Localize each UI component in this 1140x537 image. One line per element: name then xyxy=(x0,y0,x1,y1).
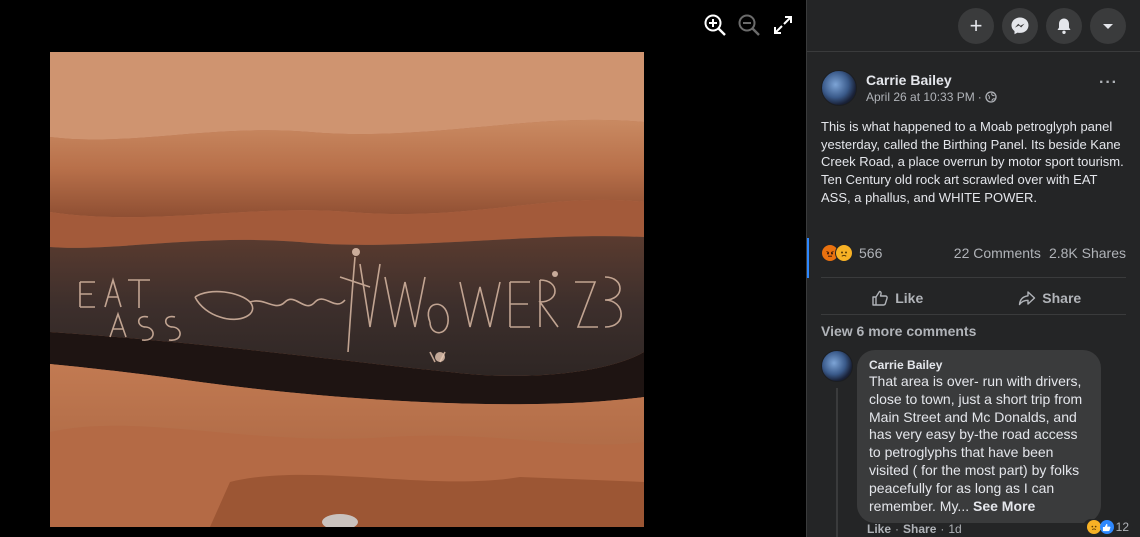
post-actions: Like Share xyxy=(821,284,1126,312)
zoom-out-icon[interactable] xyxy=(737,12,761,38)
messenger-icon xyxy=(1011,17,1029,34)
divider xyxy=(821,314,1126,315)
reactions-summary: 566 22 Comments 2.8K Shares xyxy=(821,244,1126,262)
post-meta: April 26 at 10:33 PM · xyxy=(866,89,997,105)
comment-text: That area is over- run with drivers, clo… xyxy=(869,373,1089,515)
link-separator: · xyxy=(940,522,945,536)
post-author-name[interactable]: Carrie Bailey xyxy=(866,71,997,89)
divider xyxy=(821,277,1126,278)
post-side-panel: + Carrie Bailey April 26 at 10:33 PM · ·… xyxy=(806,0,1140,537)
thumbs-up-icon xyxy=(872,290,889,306)
share-button[interactable]: Share xyxy=(974,284,1127,312)
comment-body: That area is over- run with drivers, clo… xyxy=(869,373,1083,514)
post-header: Carrie Bailey April 26 at 10:33 PM · ··· xyxy=(807,52,1140,106)
comment-reactions[interactable]: 12 xyxy=(1082,519,1133,536)
author-avatar[interactable] xyxy=(821,70,857,106)
like-label: Like xyxy=(895,290,924,306)
post-date[interactable]: April 26 at 10:33 PM xyxy=(866,89,975,105)
photo-viewer xyxy=(0,0,806,537)
sad-icon xyxy=(835,244,853,262)
viewer-toolbar xyxy=(703,12,795,38)
top-nav-bar: + xyxy=(807,0,1140,52)
bell-icon xyxy=(1057,18,1071,34)
post-photo[interactable] xyxy=(50,52,644,527)
share-label: Share xyxy=(1042,290,1082,306)
comment-item: Carrie Bailey That area is over- run wit… xyxy=(821,350,1133,537)
comment-like-link[interactable]: Like xyxy=(867,522,891,536)
comment-share-link[interactable]: Share xyxy=(903,522,936,536)
reaction-count[interactable]: 566 xyxy=(859,245,882,261)
post-body-text: This is what happened to a Moab petrogly… xyxy=(821,119,1124,205)
comment-age[interactable]: 1d xyxy=(948,522,961,536)
see-more-link[interactable]: See More xyxy=(973,498,1035,514)
meta-separator: · xyxy=(977,90,982,104)
plus-icon: + xyxy=(969,12,983,38)
view-more-comments-link[interactable]: View 6 more comments xyxy=(821,323,976,339)
comment-reaction-count: 12 xyxy=(1115,520,1129,535)
account-menu-button[interactable] xyxy=(1090,7,1126,44)
link-separator: · xyxy=(895,522,900,536)
focus-accent-bar xyxy=(807,238,809,278)
comment-author[interactable]: Carrie Bailey xyxy=(869,357,1089,373)
sad-icon xyxy=(1086,520,1101,535)
rock-photo-illustration xyxy=(50,52,644,527)
thread-line xyxy=(836,388,838,537)
comment-bubble: Carrie Bailey That area is over- run wit… xyxy=(857,350,1133,536)
post-options-icon[interactable]: ··· xyxy=(1099,74,1118,92)
create-button[interactable]: + xyxy=(958,7,994,44)
notifications-button[interactable] xyxy=(1046,7,1082,44)
like-reaction-icon xyxy=(1099,520,1114,535)
caret-down-icon xyxy=(1103,23,1113,29)
share-icon xyxy=(1019,291,1036,306)
comments-count[interactable]: 22 Comments xyxy=(954,245,1041,261)
zoom-in-icon[interactable] xyxy=(703,12,727,38)
messenger-button[interactable] xyxy=(1002,7,1038,44)
fullscreen-icon[interactable] xyxy=(771,12,795,38)
globe-icon xyxy=(985,91,997,103)
reaction-icons[interactable] xyxy=(821,244,853,262)
shares-count[interactable]: 2.8K Shares xyxy=(1049,245,1126,261)
like-button[interactable]: Like xyxy=(821,284,974,312)
engagement-counts: 22 Comments 2.8K Shares xyxy=(954,245,1126,261)
comment-actions: Like · Share · 1d xyxy=(867,522,962,536)
commenter-avatar[interactable] xyxy=(821,350,853,382)
